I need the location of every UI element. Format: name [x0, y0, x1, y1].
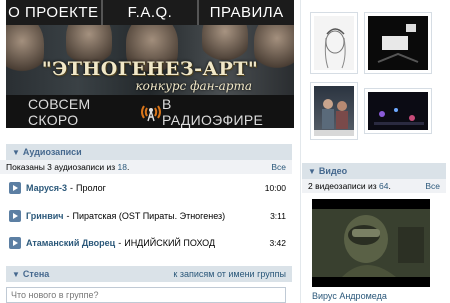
track-artist[interactable]: Маруся-3 [26, 183, 67, 193]
track-duration: 10:00 [264, 183, 286, 193]
audio-all-link[interactable]: Все [271, 162, 286, 172]
banner-artwork: "ЭТНОГЕНЕЗ-АРТ" конкурс фан-арта [6, 25, 294, 95]
track-duration: 3:42 [269, 238, 286, 248]
photo-thumbnail[interactable] [364, 88, 432, 134]
chevron-down-icon: ▼ [12, 269, 20, 279]
video-thumbnail[interactable] [312, 199, 430, 287]
chevron-down-icon: ▼ [308, 166, 316, 176]
radio-broadcast-icon [140, 101, 162, 123]
video-all-link[interactable]: Все [425, 181, 440, 191]
wall-post-as-group-link[interactable]: к записям от имени группы [173, 269, 286, 279]
audio-count-link[interactable]: 18 [118, 162, 127, 172]
audio-track: Атаманский Дворец - ИНДИЙСКИЙ ПОХОД 3:42 [0, 234, 292, 252]
wall-section-title: Стена [22, 269, 50, 279]
video-section-title: Видео [318, 166, 348, 176]
video-summary-bar: 2 видеозаписи из 64. Все [302, 179, 446, 193]
track-artist[interactable]: Гринвич [26, 211, 64, 221]
column-divider [300, 0, 301, 303]
play-icon[interactable] [9, 237, 21, 249]
video-title-link[interactable]: Вирус Андромеда [312, 291, 387, 301]
banner-nav-rules[interactable]: ПРАВИЛА [199, 0, 294, 25]
play-icon[interactable] [9, 210, 21, 222]
audio-section-title: Аудиозаписи [22, 147, 82, 157]
track-title: Пиратская (OST Пираты. Этногенез) [72, 211, 226, 221]
photo-thumbnail[interactable] [364, 12, 432, 74]
photo-thumbnail[interactable] [310, 12, 358, 74]
track-title: ИНДИЙСКИЙ ПОХОД [124, 238, 216, 248]
promo-banner[interactable]: О ПРОЕКТЕ F.A.Q. ПРАВИЛА "ЭТНОГЕНЕЗ-АРТ"… [6, 0, 294, 128]
video-summary: 2 видеозаписи из 64. [308, 181, 391, 191]
audio-summary: Показаны 3 аудиозаписи из 18. [6, 162, 130, 172]
banner-subtitle: конкурс фан-арта [135, 79, 252, 93]
track-artist[interactable]: Атаманский Дворец [26, 238, 115, 248]
banner-nav-about[interactable]: О ПРОЕКТЕ [6, 0, 103, 25]
photo-thumbnail[interactable] [310, 82, 358, 140]
track-title: Пролог [76, 183, 106, 193]
track-duration: 3:11 [270, 211, 286, 221]
audio-track: Маруся-3 - Пролог 10:00 [0, 179, 292, 197]
audio-section-header[interactable]: ▼ Аудиозаписи [6, 144, 292, 160]
banner-footer-left: СОВСЕМ СКОРО [28, 95, 91, 128]
wall-section-header[interactable]: ▼ Стена к записям от имени группы [6, 266, 292, 282]
banner-footer: СОВСЕМ СКОРО В РАДИОЭФИРЕ [6, 95, 294, 128]
banner-nav-faq[interactable]: F.A.Q. [103, 0, 200, 25]
chevron-down-icon: ▼ [12, 147, 20, 157]
wall-post-input[interactable]: Что нового в группе? [6, 287, 286, 303]
play-icon[interactable] [9, 182, 21, 194]
banner-footer-right: В РАДИОЭФИРЕ [162, 95, 264, 128]
banner-nav: О ПРОЕКТЕ F.A.Q. ПРАВИЛА [6, 0, 294, 25]
audio-track: Гринвич - Пиратская (OST Пираты. Этноген… [0, 207, 292, 225]
video-section-header[interactable]: ▼ Видео [302, 163, 446, 179]
audio-summary-bar: Показаны 3 аудиозаписи из 18. Все [0, 160, 292, 174]
banner-title: "ЭТНОГЕНЕЗ-АРТ" [41, 58, 259, 80]
